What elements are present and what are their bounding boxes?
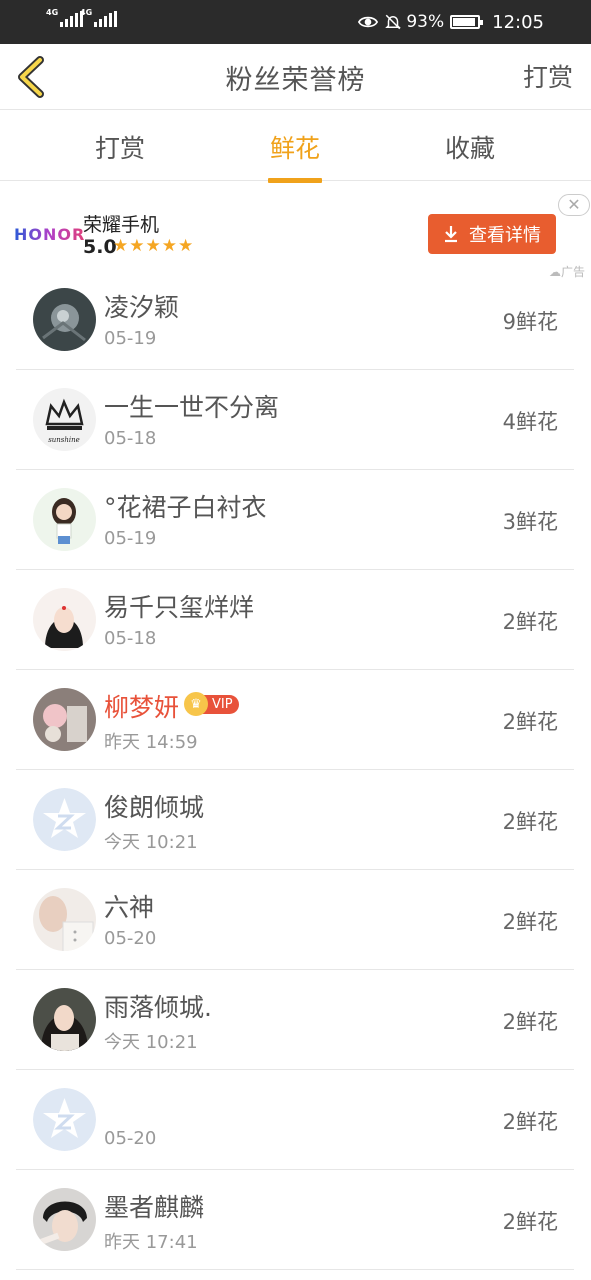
user-date: 05-19	[104, 328, 157, 349]
tab-favorites-label: 收藏	[444, 134, 495, 163]
list-item[interactable]: 雨落倾城. 今天 10:21 2鲜花	[16, 970, 574, 1070]
clock: 12:05	[492, 11, 544, 33]
crown-icon: ♛	[184, 692, 208, 716]
flower-count: 2鲜花	[502, 710, 558, 734]
list-item[interactable]: 05-20 2鲜花	[16, 1070, 574, 1170]
flower-count: 2鲜花	[502, 610, 558, 634]
tab-flowers-label: 鲜花	[269, 134, 320, 163]
status-bar: 4G 4G 93% 12:05	[0, 0, 591, 44]
flower-count: 4鲜花	[502, 410, 558, 434]
list-item[interactable]: °花裙子白衬衣 05-19 3鲜花	[16, 470, 574, 570]
ad-rating: 5.0	[83, 236, 117, 258]
ad-details-label: 查看详情	[469, 225, 541, 246]
tab-reward-label: 打赏	[94, 134, 145, 163]
avatar[interactable]	[33, 688, 96, 751]
avatar[interactable]: sunshine	[33, 388, 96, 451]
ad-close-icon[interactable]: ✕	[558, 194, 590, 216]
user-date: 今天 10:21	[104, 832, 198, 853]
avatar[interactable]	[33, 488, 96, 551]
page-title: 粉丝荣誉榜	[225, 65, 366, 96]
mute-bell-icon	[385, 14, 402, 30]
list-item[interactable]: 墨者麒麟 昨天 17:41 2鲜花	[16, 1170, 574, 1270]
tab-reward[interactable]: 打赏	[60, 129, 180, 181]
tab-bar: 打赏 鲜花 收藏	[0, 111, 591, 183]
reward-button[interactable]: 打赏	[523, 58, 573, 94]
avatar[interactable]	[33, 1088, 96, 1151]
ad-stars-icon: ★★★★★	[113, 236, 195, 256]
avatar[interactable]	[33, 588, 96, 651]
user-name: 柳梦妍	[104, 693, 180, 722]
network-type-2: 4G	[80, 8, 93, 17]
honor-logo: HONOR	[14, 225, 86, 244]
avatar[interactable]	[33, 988, 96, 1051]
battery-icon	[450, 15, 484, 29]
user-date: 昨天 14:59	[104, 732, 198, 753]
tab-flowers[interactable]: 鲜花	[235, 129, 355, 183]
user-date: 05-18	[104, 428, 157, 449]
flower-count: 2鲜花	[502, 910, 558, 934]
signal-icon-2: 4G	[80, 8, 118, 27]
network-type: 4G	[46, 8, 59, 17]
ad-banner[interactable]: HONOR 荣耀手机 5.0 ★★★★★ 查看详情 ✕ ☁广告	[0, 182, 591, 282]
user-name: 六神	[104, 893, 155, 922]
download-icon	[445, 226, 457, 243]
list-item[interactable]: 六神 05-20 2鲜花	[16, 870, 574, 970]
flower-count: 2鲜花	[502, 1010, 558, 1034]
flower-count: 2鲜花	[502, 810, 558, 834]
flower-count: 2鲜花	[502, 1110, 558, 1134]
user-date: 昨天 17:41	[104, 1232, 198, 1253]
list-item[interactable]: sunshine 一生一世不分离 05-18 4鲜花	[16, 370, 574, 470]
user-name: 易千只玺烊烊	[104, 593, 255, 622]
eye-icon	[358, 16, 379, 28]
user-date: 今天 10:21	[104, 1032, 198, 1053]
signal-icon: 4G	[46, 8, 84, 27]
user-name: 墨者麒麟	[104, 1193, 205, 1222]
flower-count: 9鲜花	[502, 310, 558, 334]
tab-favorites[interactable]: 收藏	[410, 129, 530, 181]
flower-count: 2鲜花	[502, 1210, 558, 1234]
battery-percent: 93%	[406, 12, 445, 32]
user-name: 一生一世不分离	[104, 393, 280, 422]
ad-app-name: 荣耀手机	[83, 214, 160, 236]
avatar[interactable]	[33, 288, 96, 351]
avatar[interactable]	[33, 888, 96, 951]
avatar[interactable]	[33, 1188, 96, 1251]
user-date: 05-20	[104, 1128, 157, 1149]
user-name: 雨落倾城.	[104, 993, 212, 1022]
list-item[interactable]: 俊朗倾城 今天 10:21 2鲜花	[16, 770, 574, 870]
user-name: 凌汐颖	[104, 293, 180, 322]
list-item[interactable]: 柳梦妍 ♛ VIP 昨天 14:59 2鲜花	[16, 670, 574, 770]
vip-badge: ♛ VIP	[184, 692, 239, 716]
user-name: °花裙子白衬衣	[104, 493, 267, 522]
flower-count: 3鲜花	[502, 510, 558, 534]
user-date: 05-19	[104, 528, 157, 549]
list-item[interactable]: 易千只玺烊烊 05-18 2鲜花	[16, 570, 574, 670]
list-item[interactable]: 凌汐颖 05-19 9鲜花	[16, 270, 574, 370]
app-header: 粉丝荣誉榜 打赏	[0, 44, 591, 110]
ad-details-button[interactable]: 查看详情	[428, 214, 556, 254]
svg-text:sunshine: sunshine	[48, 436, 80, 444]
user-date: 05-20	[104, 928, 157, 949]
user-name: 俊朗倾城	[104, 793, 205, 822]
fan-ranking-list: 凌汐颖 05-19 9鲜花 sunshine 一生一世不分离 05-18 4鲜花…	[16, 270, 574, 1270]
user-date: 05-18	[104, 628, 157, 649]
avatar[interactable]	[33, 788, 96, 851]
